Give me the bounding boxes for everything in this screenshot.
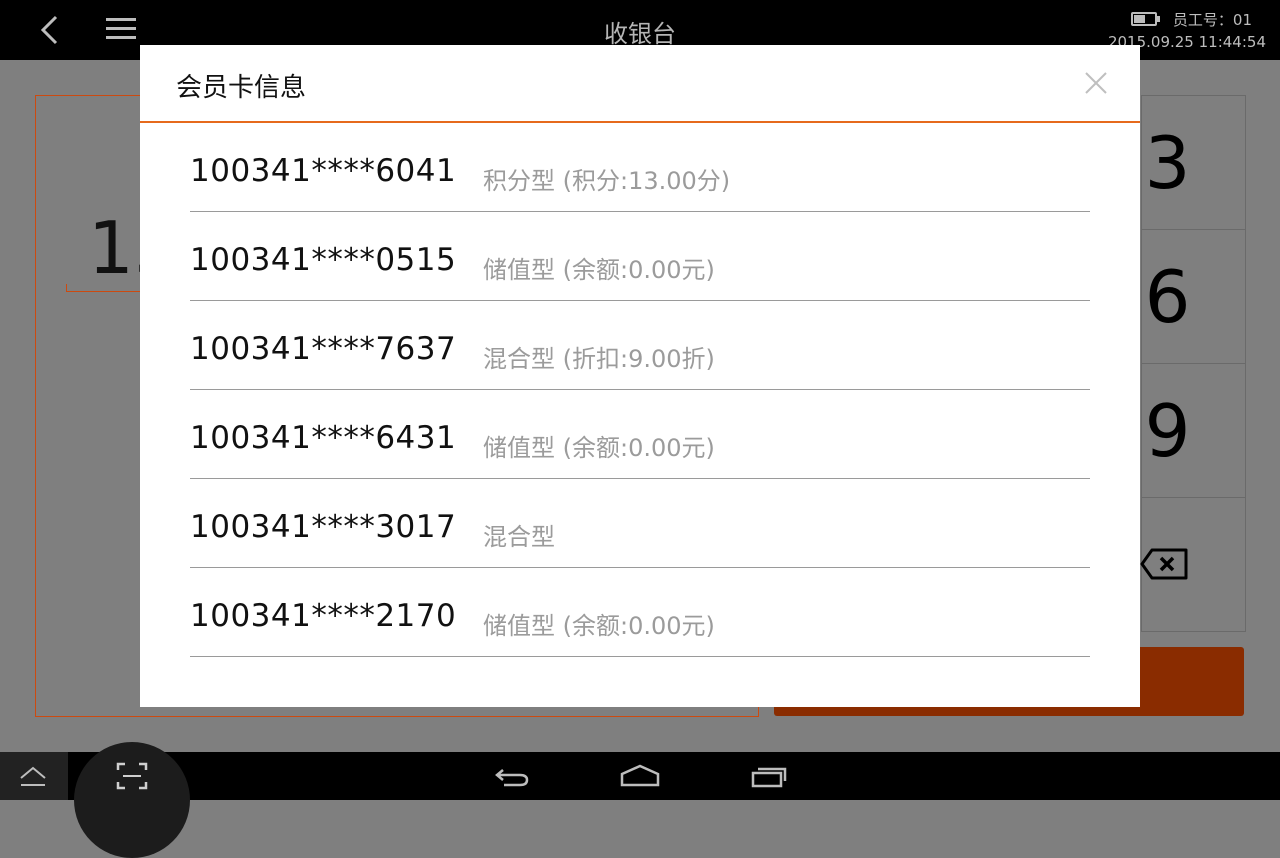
system-navbar — [0, 742, 1280, 858]
card-number: 100341****7637 — [190, 331, 457, 367]
card-row[interactable]: 100341****7637 混合型 (折扣:9.00折) — [190, 301, 1090, 390]
eject-icon[interactable] — [18, 766, 48, 788]
dialog-title: 会员卡信息 — [176, 73, 307, 103]
close-icon[interactable] — [1084, 71, 1108, 95]
card-number: 100341****3017 — [190, 509, 457, 545]
keypad: 3 6 9 — [1140, 95, 1246, 632]
card-row[interactable]: 100341****0515 储值型 (余额:0.00元) — [190, 212, 1090, 301]
nav-circle — [74, 742, 190, 858]
card-row[interactable]: 100341****2170 储值型 (余额:0.00元) — [190, 568, 1090, 657]
key-label: 3 — [1144, 120, 1191, 205]
card-list: 100341****6041 积分型 (积分:13.00分) 100341***… — [190, 123, 1090, 657]
card-number: 100341****0515 — [190, 242, 457, 278]
nav-back-icon[interactable] — [494, 766, 530, 788]
key-3[interactable]: 3 — [1142, 96, 1245, 230]
scan-icon[interactable] — [116, 762, 148, 790]
card-number: 100341****6041 — [190, 153, 457, 189]
card-type: 储值型 (余额:0.00元) — [483, 612, 715, 640]
card-type: 混合型 — [483, 523, 555, 551]
battery-icon — [1131, 12, 1160, 26]
home-icon[interactable] — [620, 764, 660, 788]
card-type: 储值型 (余额:0.00元) — [483, 434, 715, 462]
card-row[interactable]: 100341****3017 混合型 — [190, 479, 1090, 568]
key-9[interactable]: 9 — [1142, 364, 1245, 498]
card-type: 混合型 (折扣:9.00折) — [483, 345, 715, 373]
card-number: 100341****2170 — [190, 598, 457, 634]
amount-underline-tick — [66, 284, 67, 292]
card-type: 积分型 (积分:13.00分) — [483, 167, 731, 195]
page-title: 收银台 — [604, 20, 676, 48]
member-card-dialog: 会员卡信息 100341****6041 积分型 (积分:13.00分) 100… — [140, 45, 1140, 707]
dialog-header: 会员卡信息 — [140, 45, 1140, 123]
card-type: 储值型 (余额:0.00元) — [483, 256, 715, 284]
key-label: 9 — [1144, 388, 1191, 473]
card-row[interactable]: 100341****6431 储值型 (余额:0.00元) — [190, 390, 1090, 479]
backspace-icon — [1140, 548, 1188, 580]
key-backspace[interactable] — [1140, 498, 1245, 631]
key-6[interactable]: 6 — [1142, 230, 1245, 364]
employee-id: 员工号：01 — [1172, 11, 1252, 29]
recents-icon[interactable] — [750, 766, 788, 788]
card-row[interactable]: 100341****6041 积分型 (积分:13.00分) — [190, 123, 1090, 212]
card-number: 100341****6431 — [190, 420, 457, 456]
key-label: 6 — [1144, 254, 1191, 339]
